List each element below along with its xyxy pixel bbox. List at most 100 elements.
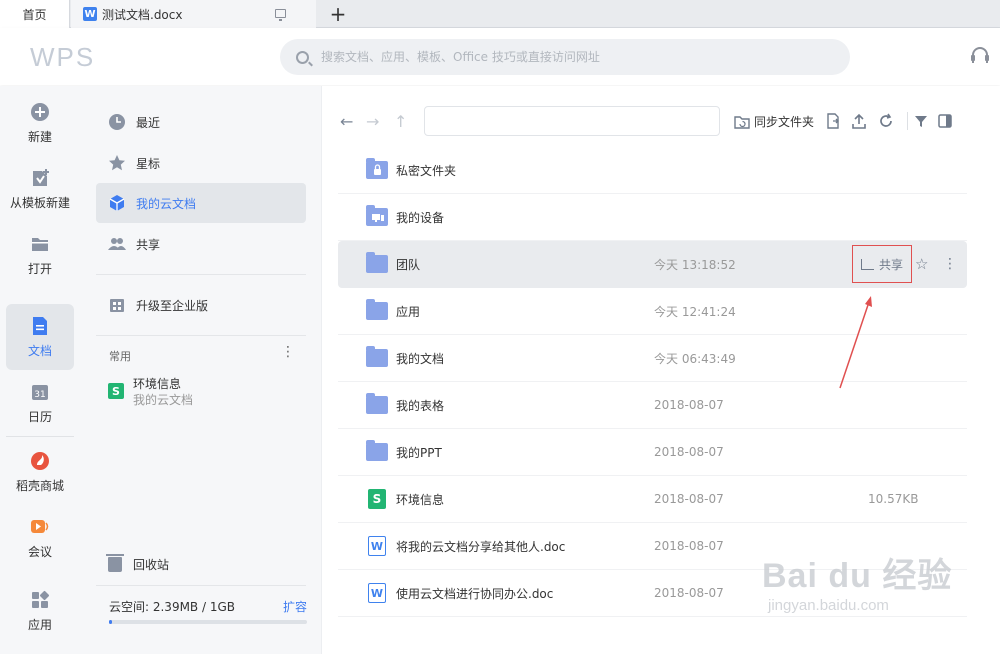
sidebar-item-label: 共享 [136,237,161,252]
file-row[interactable]: 我的文档 今天 06:43:49 [338,335,967,382]
file-row[interactable]: 应用 今天 12:41:24 [338,288,967,335]
filter-icon[interactable] [913,113,929,129]
file-modified-time: 2018-08-07 [654,492,724,506]
tab-document[interactable]: W 测试文档.docx [71,0,316,28]
file-row[interactable]: 私密文件夹 [338,147,967,194]
file-list: 私密文件夹我的设备团队 今天 13:18:52 共享 ☆ ⋮ 应用 今天 12:41:24 我… [338,147,967,617]
nav-calendar-label: 日历 [27,409,52,424]
common-file-location: 我的云文档 [133,393,194,407]
search-input[interactable] [321,50,821,64]
file-name: 我的表格 [396,398,445,413]
file-name: 应用 [396,304,421,319]
clock-icon [108,113,126,131]
template-icon [30,168,50,188]
storage-progress-bar [109,620,307,624]
file-modified-time: 2018-08-07 [654,539,724,553]
nav-documents[interactable]: 文档 [6,304,74,370]
more-icon[interactable]: ⋮ [280,344,296,360]
file-row[interactable]: 我的设备 [338,194,967,241]
path-input[interactable] [424,106,720,136]
cloud-cube-icon [108,194,126,212]
star-icon [108,154,126,172]
tab-bar: 首页 W 测试文档.docx + [0,0,1000,28]
nav-divider [6,436,74,437]
word-doc-icon: W [368,536,386,556]
expand-storage-link[interactable]: 扩容 [283,598,307,615]
sidebar-item-upgrade[interactable]: 升级至企业版 [96,285,306,325]
star-icon[interactable]: ☆ [915,255,928,273]
monitor-icon[interactable] [275,9,286,21]
sidebar-item-cloud[interactable]: 我的云文档 [96,183,306,223]
sidebar-divider [96,585,306,586]
spreadsheet-icon: S [368,489,386,509]
word-doc-icon: W [83,7,97,21]
panel-toggle-icon[interactable] [937,113,953,129]
meeting-icon [30,517,50,537]
headset-icon[interactable] [971,47,989,63]
file-modified-time: 今天 06:43:49 [654,351,736,366]
refresh-icon[interactable] [878,113,894,129]
file-name: 私密文件夹 [396,163,457,178]
sync-folder-button[interactable]: 同步文件夹 [734,113,814,130]
file-modified-time: 今天 13:18:52 [654,257,736,272]
watermark-logo: Bai du 经验 [762,557,953,595]
storage-info: 云空间: 2.39MB / 1GB 扩容 [109,598,307,624]
nav-calendar[interactable]: 31 日历 [6,370,74,436]
file-row[interactable]: S 环境信息 2018-08-07 10.57KB [338,476,967,523]
common-file-item[interactable]: S 环境信息 我的云文档 [108,376,193,408]
watermark: Bai du 经验 jingyan.baidu.com [762,548,952,614]
nav-meeting[interactable]: 会议 [6,505,74,571]
upload-icon[interactable] [851,113,867,129]
trash-icon [106,554,124,572]
sidebar-item-label: 回收站 [133,558,170,572]
nav-apps[interactable]: 应用 [6,578,74,644]
folder-icon [366,346,388,367]
common-file-name: 环境信息 [133,377,182,391]
left-nav: 新建 从模板新建 打开 文档 31 日历 稻壳商城 会议 应用 [0,86,80,654]
file-row[interactable]: 我的表格 2018-08-07 [338,382,967,429]
up-icon[interactable]: ↑ [394,112,407,131]
device-folder-icon [366,205,388,226]
back-icon[interactable]: ← [340,112,353,131]
forward-icon[interactable]: → [366,112,379,131]
sync-folder-label: 同步文件夹 [754,115,815,129]
sidebar-item-label: 星标 [136,156,161,171]
nav-apps-label: 应用 [27,617,52,632]
apps-icon [30,590,50,610]
more-icon[interactable]: ⋮ [943,255,957,273]
file-name: 使用云文档进行协同办公.doc [396,586,554,601]
nav-open[interactable]: 打开 [6,222,74,288]
file-row[interactable]: 团队 今天 13:18:52 共享 ☆ ⋮ [338,241,967,288]
tab-home[interactable]: 首页 [0,0,70,28]
docer-mall-icon [30,451,50,471]
svg-text:31: 31 [34,390,45,400]
file-name: 团队 [396,257,421,272]
nav-docer-mall[interactable]: 稻壳商城 [6,439,74,505]
watermark-url: jingyan.baidu.com [768,597,889,614]
nav-meeting-label: 会议 [27,544,52,559]
nav-new[interactable]: 新建 [6,90,74,156]
enterprise-icon [108,296,126,314]
sidebar-item-starred[interactable]: 星标 [96,143,306,183]
sidebar-item-shared[interactable]: 共享 [96,224,306,264]
file-modified-time: 今天 12:41:24 [654,304,736,319]
nav-from-template[interactable]: 从模板新建 [6,156,74,222]
nav-from-template-label: 从模板新建 [9,195,70,210]
search-bar[interactable] [280,39,850,75]
nav-docer-mall-label: 稻壳商城 [15,478,64,493]
sidebar-item-label: 升级至企业版 [136,298,209,313]
word-doc-icon: W [368,583,386,603]
nav-new-label: 新建 [27,129,52,144]
tab-document-label: 测试文档.docx [102,7,183,22]
new-tab-button[interactable]: + [326,2,350,26]
sidebar-item-recent[interactable]: 最近 [96,102,306,142]
nav-documents-label: 文档 [27,343,52,358]
document-icon [30,316,50,336]
file-size: 10.57KB [868,492,919,506]
share-label: 共享 [878,257,903,272]
users-icon [108,235,126,253]
share-button[interactable]: 共享 [852,245,912,283]
file-row[interactable]: 我的PPT 2018-08-07 [338,429,967,476]
sidebar-item-trash[interactable]: 回收站 [106,554,170,573]
new-file-icon[interactable] [825,113,841,129]
